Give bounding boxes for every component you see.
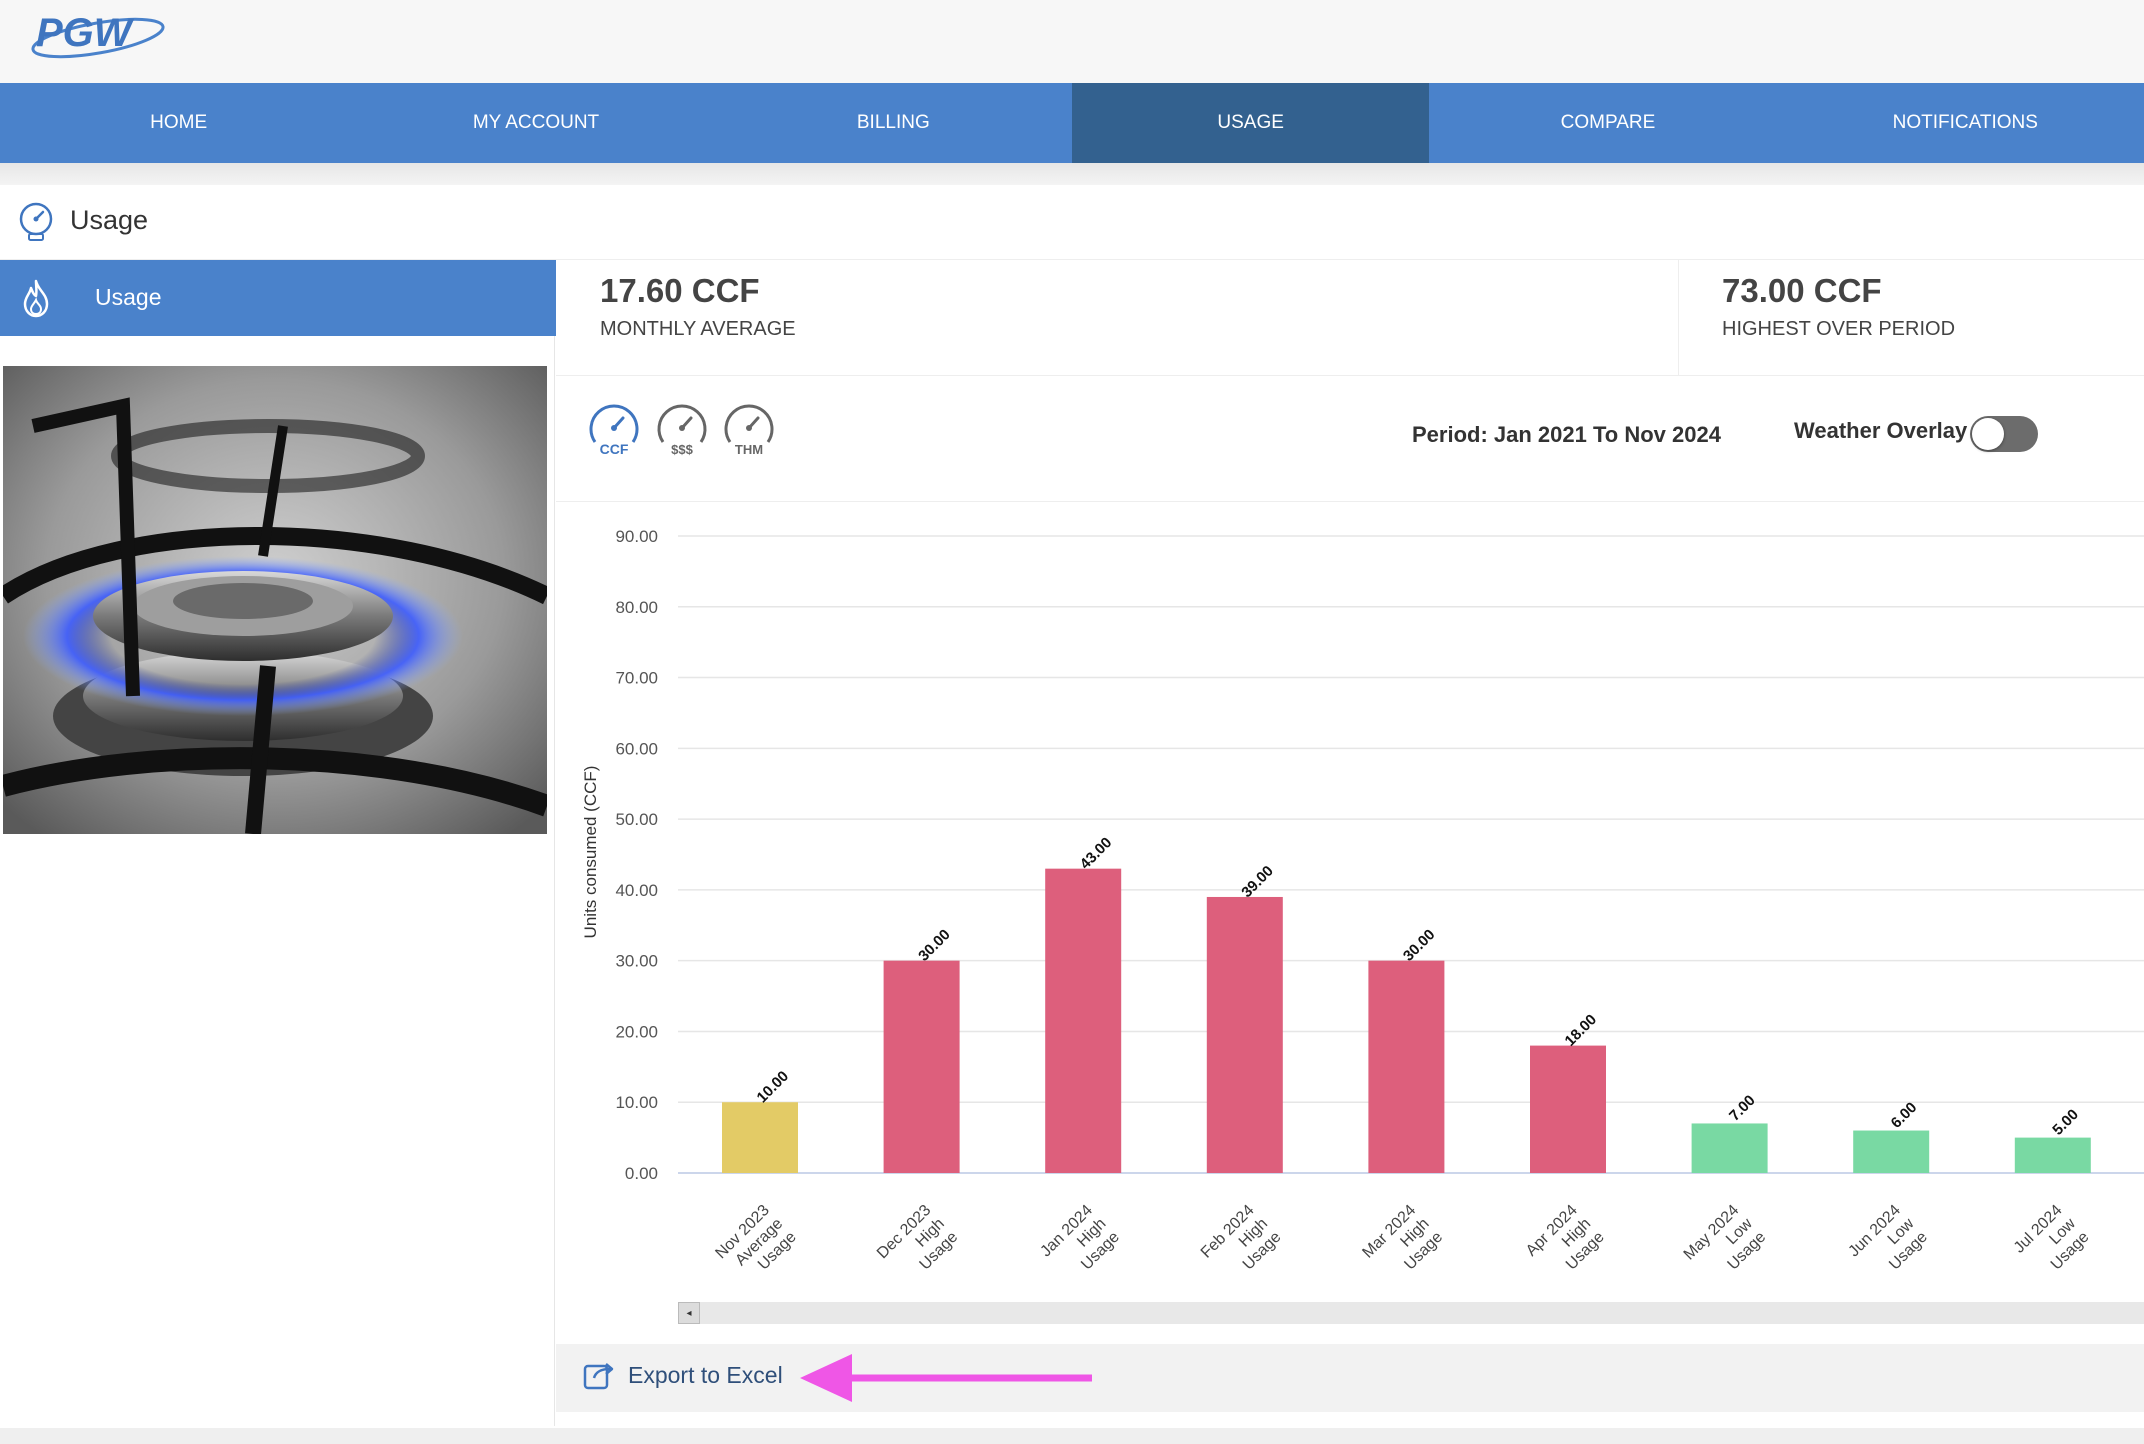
y-axis-label: Units consumed (CCF) [581, 766, 600, 939]
export-bar: Export to Excel [556, 1344, 2144, 1412]
x-tick-label: Dec 2023HighUsage [874, 1202, 961, 1289]
y-tick-label: 60.00 [615, 739, 658, 758]
bar [883, 960, 960, 1173]
export-to-excel-button[interactable]: Export to Excel [582, 1358, 783, 1392]
nav-usage[interactable]: USAGE [1071, 83, 1430, 163]
usage-bar-chart: 0.00 10.00 20.00 30.00 40.00 50.00 60.00 70.00 8… [581, 527, 2144, 1290]
scroll-left-button[interactable]: ◂ [678, 1302, 700, 1324]
y-tick-label: 0.00 [625, 1164, 658, 1183]
nav-home[interactable]: HOME [0, 83, 357, 163]
bar [1853, 1130, 1930, 1173]
data-label: 7.00 [1726, 1092, 1759, 1125]
page-title: Usage [70, 205, 149, 235]
left-divider [554, 336, 555, 1426]
y-tick-label: 80.00 [615, 598, 658, 617]
y-tick-label: 40.00 [615, 881, 658, 900]
x-tick-label: Jan 2024HighUsage [1037, 1202, 1123, 1288]
stats-divider [1678, 260, 1679, 376]
weather-overlay-label: Weather Overlay [1794, 418, 1968, 443]
data-label: 39.00 [1238, 862, 1277, 901]
footer-line [0, 1428, 2144, 1444]
period-label: Period: Jan 2021 To Nov 2024 [1412, 422, 1721, 447]
data-label: 10.00 [754, 1068, 793, 1107]
svg-text:PGW: PGW [36, 11, 135, 55]
page-heading: Usage [0, 185, 2144, 260]
svg-text:CCF: CCF [600, 441, 629, 457]
data-label: 30.00 [1400, 926, 1439, 965]
main-nav: HOME MY ACCOUNT BILLING USAGE COMPARE NO… [0, 83, 2144, 163]
y-tick-label: 50.00 [615, 810, 658, 829]
nav-shadow [0, 163, 2144, 185]
gauge-icon [19, 202, 53, 241]
x-tick-label: Nov 2023AverageUsage [712, 1202, 799, 1289]
pgw-logo[interactable]: PGW [28, 2, 168, 60]
highest-label: HIGHEST OVER PERIOD [1722, 318, 1956, 340]
y-tick-label: 70.00 [615, 669, 658, 688]
bar [1368, 960, 1445, 1173]
x-tick-label: Mar 2024HighUsage [1359, 1202, 1446, 1289]
bar [1206, 896, 1283, 1173]
data-label: 30.00 [915, 926, 954, 965]
nav-billing[interactable]: BILLING [715, 83, 1072, 163]
header: PGW [0, 0, 2144, 83]
highest-value: 73.00 CCF [1722, 272, 1882, 309]
x-tick-label: Feb 2024HighUsage [1198, 1202, 1285, 1289]
chart-scrollbar[interactable]: ◂ [678, 1302, 2144, 1324]
bar [1530, 1045, 1606, 1173]
y-tick-label: 90.00 [615, 527, 658, 546]
svg-text:THM: THM [735, 442, 763, 457]
y-tick-label: 10.00 [615, 1093, 658, 1112]
export-icon [583, 1363, 614, 1390]
nav-my-account[interactable]: MY ACCOUNT [357, 83, 714, 163]
chart-controls: CCF $$$ THM Period: Jan 2021 To Nov 2024… [556, 376, 2144, 502]
ccf-unit-icon[interactable]: CCF [586, 402, 642, 458]
weather-overlay-toggle[interactable] [1970, 416, 2038, 452]
sidebar-tab-usage[interactable]: Usage [0, 260, 556, 336]
bar [1691, 1123, 1768, 1173]
bar [1045, 868, 1122, 1173]
bar [722, 1102, 798, 1173]
dollar-unit-icon[interactable]: $$$ [654, 402, 710, 458]
nav-compare[interactable]: COMPARE [1429, 83, 1786, 163]
data-label: 5.00 [2049, 1106, 2082, 1139]
y-tick-label: 20.00 [615, 1022, 658, 1041]
monthly-average-label: MONTHLY AVERAGE [600, 318, 796, 340]
monthly-average-stat: 17.60 CCF MONTHLY AVERAGE [600, 272, 796, 341]
flame-icon [23, 279, 49, 318]
x-tick-label: May 2024LowUsage [1681, 1201, 1770, 1290]
nav-notifications[interactable]: NOTIFICATIONS [1787, 83, 2144, 163]
gas-stove-photo [3, 366, 547, 834]
data-label: 18.00 [1562, 1011, 1601, 1050]
data-label: 6.00 [1888, 1099, 1921, 1132]
svg-text:$$$: $$$ [671, 442, 693, 457]
therm-unit-icon[interactable]: THM [721, 402, 777, 458]
monthly-average-value: 17.60 CCF [600, 272, 760, 309]
y-tick-label: 30.00 [615, 952, 658, 971]
export-label: Export to Excel [628, 1361, 783, 1388]
x-tick-label: Apr 2024HighUsage [1523, 1202, 1608, 1287]
data-label: 43.00 [1077, 834, 1116, 873]
x-tick-label: Jun 2024LowUsage [1845, 1201, 1931, 1287]
x-tick-label: Jul 2024LowUsage [2011, 1201, 2093, 1283]
sidebar-tab-label: Usage [95, 284, 162, 310]
bar [2014, 1137, 2091, 1173]
annotation-arrow-icon [800, 1354, 1092, 1402]
highest-stat: 73.00 CCF HIGHEST OVER PERIOD [1722, 272, 1955, 341]
usage-chart: 0.00 10.00 20.00 30.00 40.00 50.00 60.00 70.00 8… [556, 502, 2144, 1302]
toggle-knob [1972, 418, 2004, 450]
usage-stats: 17.60 CCF MONTHLY AVERAGE 73.00 CCF HIGH… [556, 260, 2144, 376]
